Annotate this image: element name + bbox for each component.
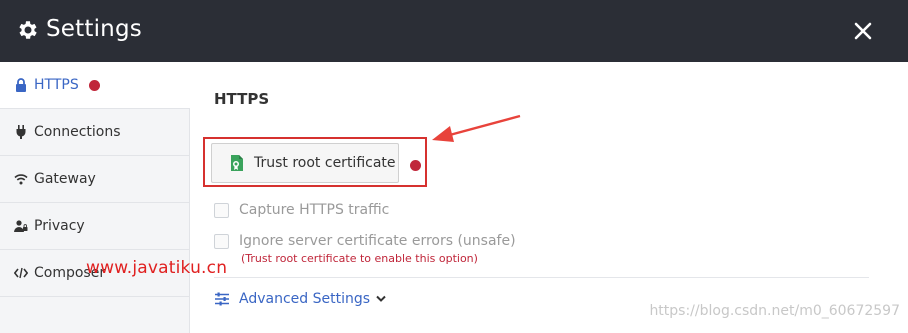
plug-icon <box>14 125 28 139</box>
sidebar-item-label: HTTPS <box>34 77 79 93</box>
capture-https-checkbox[interactable] <box>214 203 229 218</box>
sidebar-item-label: Connections <box>34 124 121 140</box>
sliders-icon <box>215 292 229 306</box>
advanced-settings-label: Advanced Settings <box>239 291 371 307</box>
trust-root-certificate-button[interactable]: Trust root certificate <box>211 143 399 183</box>
advanced-settings-toggle[interactable]: Advanced Settings <box>214 291 386 307</box>
user-privacy-icon <box>14 219 28 233</box>
sidebar-item-https[interactable]: HTTPS <box>0 62 190 109</box>
ignore-cert-errors-checkbox[interactable] <box>214 234 229 249</box>
gear-icon <box>19 21 37 39</box>
window-title: Settings <box>46 16 142 42</box>
divider <box>214 277 869 278</box>
settings-sidebar: HTTPS Connections Gateway Privacy Compos… <box>0 62 190 333</box>
site-watermark: www.javatiku.cn <box>86 258 228 278</box>
option-capture-https: Capture HTTPS traffic <box>214 202 389 218</box>
section-title: HTTPS <box>214 90 270 108</box>
sidebar-item-privacy[interactable]: Privacy <box>0 203 190 250</box>
wifi-icon <box>14 172 28 186</box>
option-warning-text: (Trust root certificate to enable this o… <box>241 252 478 265</box>
settings-panel: HTTPS Trust root certificate Capture HTT… <box>191 62 908 333</box>
csdn-watermark: https://blog.csdn.net/m0_60672597 <box>649 303 900 319</box>
trust-button-label: Trust root certificate <box>254 155 396 171</box>
close-icon[interactable] <box>854 22 872 40</box>
alert-dot <box>410 160 421 171</box>
lock-icon <box>14 78 28 92</box>
annotation-arrow-icon <box>432 114 521 142</box>
sidebar-item-label: Privacy <box>34 218 85 234</box>
sidebar-item-label: Gateway <box>34 171 96 187</box>
title-bar: Settings <box>0 0 908 62</box>
sidebar-item-gateway[interactable]: Gateway <box>0 156 190 203</box>
option-label: Capture HTTPS traffic <box>239 202 390 218</box>
option-label: Ignore server certificate errors (unsafe… <box>239 233 516 249</box>
option-ignore-cert-errors: Ignore server certificate errors (unsafe… <box>214 233 516 249</box>
code-icon <box>14 266 28 280</box>
alert-dot <box>88 79 100 91</box>
certificate-icon <box>231 155 243 171</box>
sidebar-item-connections[interactable]: Connections <box>0 109 190 156</box>
chevron-down-icon <box>376 295 386 302</box>
